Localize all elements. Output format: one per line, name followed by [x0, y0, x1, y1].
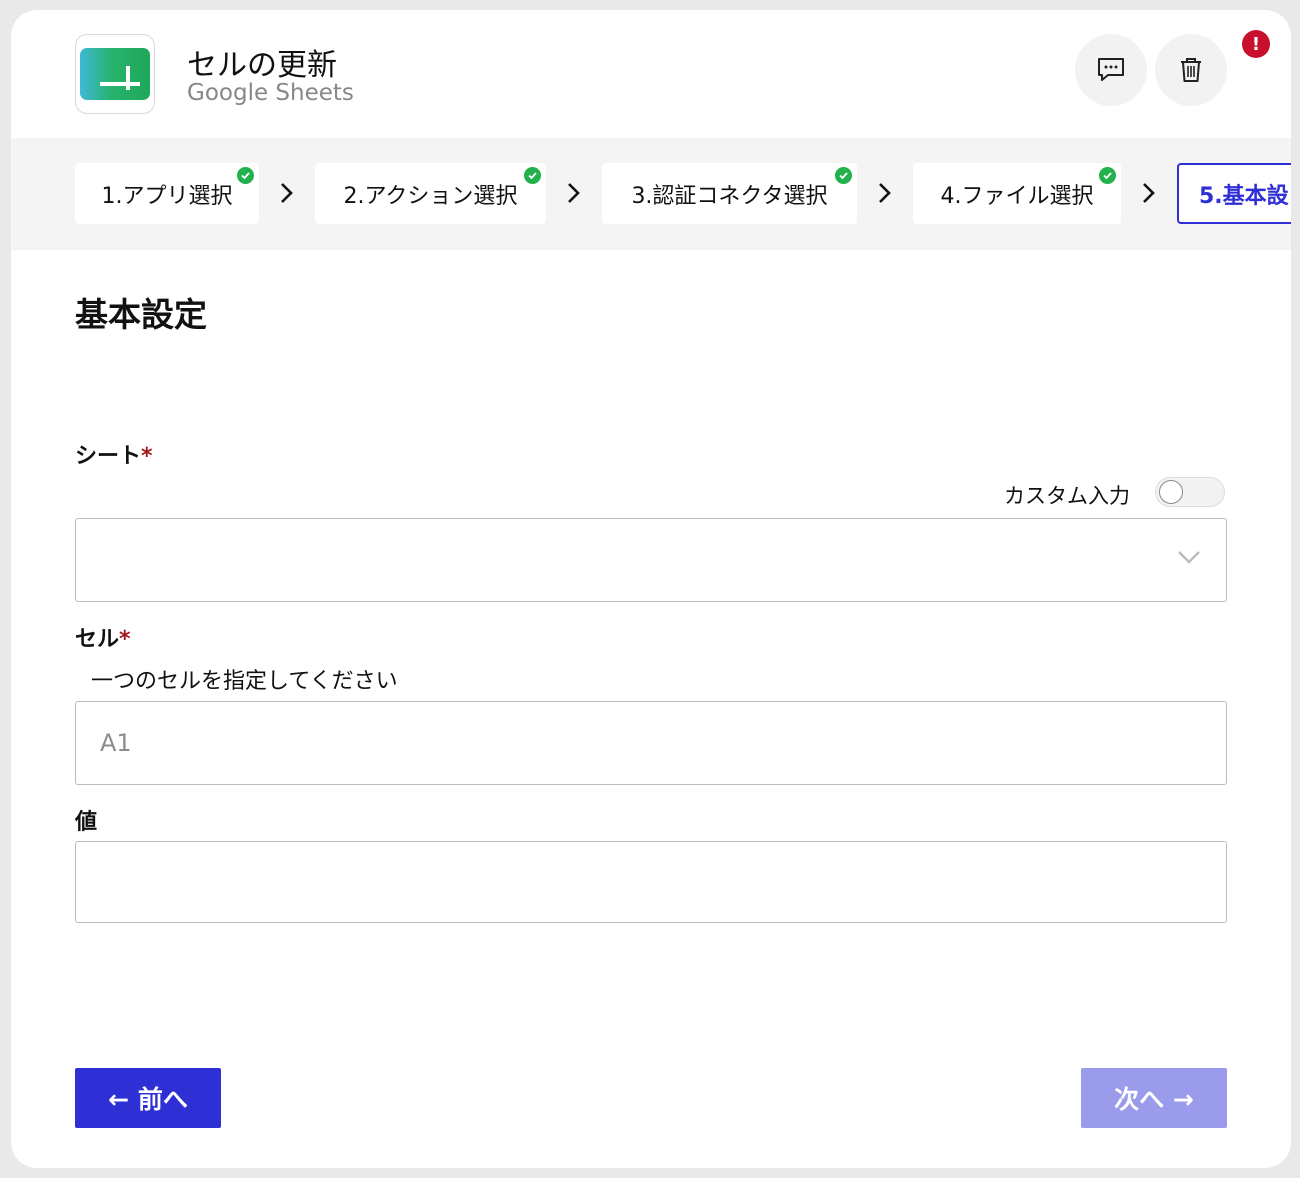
sheet-select[interactable]: [75, 518, 1227, 602]
cell-hint: 一つのセルを指定してください: [91, 669, 398, 694]
chevron-right-icon: [568, 183, 580, 203]
step-label: 1.アプリ選択: [101, 183, 233, 209]
check-icon: [237, 167, 254, 184]
chevron-right-icon: [281, 183, 293, 203]
google-sheets-app-icon: [75, 34, 155, 114]
app-subtitle: Google Sheets: [187, 80, 354, 106]
comment-button[interactable]: [1075, 34, 1147, 106]
required-mark: *: [141, 444, 153, 469]
cell-field-label: セル*: [75, 621, 131, 653]
check-icon: [1099, 167, 1116, 184]
chevron-right-icon: [879, 183, 891, 203]
next-button[interactable]: 次へ →: [1081, 1068, 1227, 1128]
cell-input[interactable]: [75, 701, 1227, 785]
check-icon: [524, 167, 541, 184]
chevron-down-icon: [1178, 551, 1200, 564]
check-icon: [835, 167, 852, 184]
step-action-select[interactable]: 2.アクション選択: [315, 163, 546, 224]
cell-label-text: セル: [75, 627, 120, 652]
step-label: 3.認証コネクタ選択: [631, 183, 828, 209]
toggle-knob: [1159, 480, 1183, 504]
sheet-label-text: シート: [75, 444, 142, 469]
value-input[interactable]: [75, 841, 1227, 923]
step-file-select[interactable]: 4.ファイル選択: [913, 163, 1121, 224]
chevron-right-icon: [1143, 183, 1155, 203]
comment-icon: [1098, 58, 1124, 81]
prev-button[interactable]: ← 前へ: [75, 1068, 221, 1128]
step-connector-select[interactable]: 3.認証コネクタ選択: [602, 163, 857, 224]
required-mark: *: [119, 627, 131, 652]
alert-badge[interactable]: !: [1242, 30, 1270, 58]
sheet-field-label: シート*: [75, 438, 153, 470]
value-field-label: 値: [75, 810, 98, 835]
section-title: 基本設定: [75, 295, 207, 334]
custom-input-label: カスタム入力: [1004, 484, 1130, 508]
step-basic-settings[interactable]: 5.基本設: [1177, 163, 1291, 224]
step-label: 5.基本設: [1199, 183, 1289, 209]
step-label: 2.アクション選択: [343, 183, 518, 209]
delete-button[interactable]: [1155, 34, 1227, 106]
step-label: 4.ファイル選択: [940, 183, 1094, 209]
step-progress-bar: 1.アプリ選択 2.アクション選択 3.認証コネクタ選択 4.ファイル選択 5.…: [11, 138, 1291, 250]
dialog-card: セルの更新 Google Sheets ! 1.アプリ選択 2.アクション選択: [11, 10, 1291, 1168]
custom-input-toggle[interactable]: [1155, 477, 1225, 507]
step-app-select[interactable]: 1.アプリ選択: [75, 163, 259, 224]
trash-icon: [1181, 58, 1201, 82]
page-title: セルの更新: [187, 48, 337, 83]
